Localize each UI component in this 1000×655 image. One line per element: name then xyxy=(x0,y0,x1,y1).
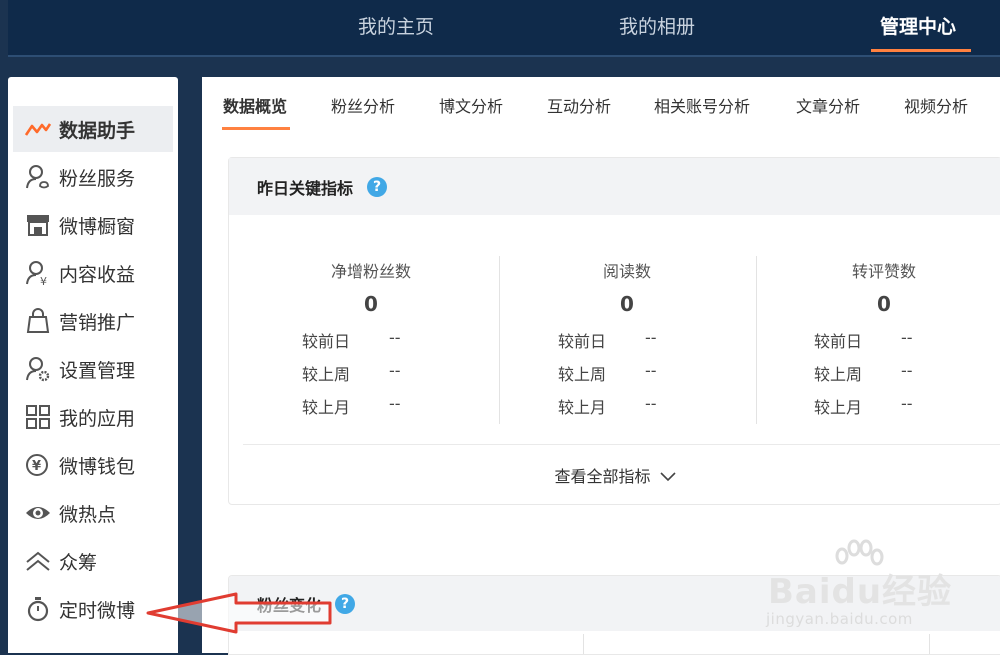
sidebar-item-settings[interactable]: 设置管理 xyxy=(13,346,173,392)
key-metrics-card: 昨日关键指标 ? 净增粉丝数 0 较前日 -- 较上周 -- 较上月 -- 阅读数 0… xyxy=(228,157,1000,505)
comparison-label: 较前日 xyxy=(814,332,863,351)
comparison-label: 较上周 xyxy=(814,365,863,384)
comparison-value: -- xyxy=(389,394,401,413)
sidebar-item-weibo-wallet[interactable]: ¥ 微博钱包 xyxy=(13,442,173,488)
tab-interaction-analysis[interactable]: 互动分析 xyxy=(547,93,611,117)
sidebar-item-fan-service[interactable]: 粉丝服务 xyxy=(13,154,173,200)
sidebar-item-weibo-showcase[interactable]: 微博橱窗 xyxy=(13,202,173,248)
tab-my-album[interactable]: 我的相册 xyxy=(619,12,695,39)
comparison-row: 较上周 -- xyxy=(302,361,432,385)
help-icon[interactable]: ? xyxy=(335,593,356,614)
sidebar-item-label: 营销推广 xyxy=(59,311,136,334)
baidu-watermark: Baidu经验 jingyan.baidu.com xyxy=(742,538,1000,638)
sidebar-item-label: 定时微博 xyxy=(59,599,136,622)
sidebar-item-my-apps[interactable]: 我的应用 xyxy=(13,394,173,440)
stopwatch-icon xyxy=(25,596,51,622)
view-all-metrics-link[interactable]: 查看全部指标 xyxy=(229,463,1000,487)
sidebar-item-label: 数据助手 xyxy=(59,119,136,142)
sidebar-item-label: 众筹 xyxy=(59,551,98,574)
user-gear-icon xyxy=(25,356,51,382)
help-icon[interactable]: ? xyxy=(367,176,388,197)
card-divider xyxy=(243,444,1000,445)
tab-video-analysis[interactable]: 视频分析 xyxy=(904,93,968,117)
sidebar-item-label: 内容收益 xyxy=(59,263,136,286)
sidebar-item-content-revenue[interactable]: ¥ 内容收益 xyxy=(13,250,173,296)
comparison-label: 较前日 xyxy=(558,332,607,351)
tab-fan-analysis[interactable]: 粉丝分析 xyxy=(331,93,395,117)
comparison-label: 较前日 xyxy=(302,332,351,351)
comparison-value: -- xyxy=(389,361,401,380)
sidebar-item-crowdfunding[interactable]: 众筹 xyxy=(13,538,173,584)
sidebar-item-micro-hotspot[interactable]: 微热点 xyxy=(13,490,173,536)
fan-service-icon xyxy=(25,164,51,190)
comparison-label: 较上月 xyxy=(558,398,607,417)
comparison-label: 较上周 xyxy=(558,365,607,384)
eye-icon xyxy=(25,500,51,526)
svg-text:¥: ¥ xyxy=(32,459,41,474)
double-chevron-up-icon xyxy=(25,548,51,574)
metric-value: 0 xyxy=(364,292,378,316)
comparison-value: -- xyxy=(901,361,913,380)
comparison-row: 较上月 -- xyxy=(558,394,688,418)
sidebar: 数据助手 粉丝服务 微博橱窗 ¥ 内容收益 营销推广 设置管理 我的应用 ¥ 微… xyxy=(8,77,178,653)
tab-post-analysis[interactable]: 博文分析 xyxy=(439,93,503,117)
sidebar-item-label: 粉丝服务 xyxy=(59,167,136,190)
tab-management-center[interactable]: 管理中心 xyxy=(880,12,956,39)
app-grid-icon xyxy=(25,404,51,430)
metric-engagements: 转评赞数 0 xyxy=(756,258,1000,316)
active-subtab-underline xyxy=(222,127,290,130)
comparison-row: 较上周 -- xyxy=(814,361,944,385)
sidebar-item-scheduled-weibo[interactable]: 定时微博 xyxy=(13,586,173,632)
chevron-down-icon xyxy=(656,467,676,486)
metric-name: 净增粉丝数 xyxy=(330,262,411,281)
tab-article-analysis[interactable]: 文章分析 xyxy=(796,93,860,117)
comparison-value: -- xyxy=(389,328,401,347)
comparison-value: -- xyxy=(645,361,657,380)
sidebar-item-label: 微博钱包 xyxy=(59,455,136,478)
comparison-row: 较上周 -- xyxy=(558,361,688,385)
comparison-row: 较前日 -- xyxy=(814,328,944,352)
comparison-row: 较前日 -- xyxy=(302,328,432,352)
metric-name: 阅读数 xyxy=(602,262,651,281)
sidebar-item-marketing[interactable]: 营销推广 xyxy=(13,298,173,344)
storefront-icon xyxy=(25,212,51,238)
comparison-value: -- xyxy=(645,328,657,347)
metric-value: 0 xyxy=(620,292,634,316)
sidebar-item-label: 设置管理 xyxy=(59,359,136,382)
sidebar-item-label: 我的应用 xyxy=(59,407,136,430)
user-yuan-icon: ¥ xyxy=(25,260,51,286)
comparison-label: 较上月 xyxy=(814,398,863,417)
key-metrics-header: 昨日关键指标 ? xyxy=(229,158,1000,215)
column-divider xyxy=(583,634,584,654)
fans-change-title: 粉丝变化 xyxy=(257,595,322,615)
comparison-label: 较上月 xyxy=(302,398,351,417)
trend-line-icon xyxy=(25,116,51,142)
svg-text:¥: ¥ xyxy=(40,275,47,286)
watermark-url: jingyan.baidu.com xyxy=(766,610,913,628)
sidebar-item-data-assistant[interactable]: 数据助手 xyxy=(13,106,173,152)
top-navigation: 我的主页 我的相册 管理中心 xyxy=(8,0,1000,57)
shopping-bag-icon xyxy=(25,308,51,334)
comparison-row: 较前日 -- xyxy=(558,328,688,352)
tab-related-accounts[interactable]: 相关账号分析 xyxy=(654,93,750,117)
wallet-yuan-icon: ¥ xyxy=(25,452,51,478)
view-all-label: 查看全部指标 xyxy=(554,467,651,486)
comparison-row: 较上月 -- xyxy=(302,394,432,418)
tab-data-overview[interactable]: 数据概览 xyxy=(223,93,287,117)
metric-reads: 阅读数 0 xyxy=(499,258,755,316)
comparison-label: 较上周 xyxy=(302,365,351,384)
watermark-logo: Baidu经验 xyxy=(768,572,953,612)
comparison-row: 较上月 -- xyxy=(814,394,944,418)
active-tab-underline xyxy=(871,49,971,52)
key-metrics-title: 昨日关键指标 xyxy=(257,178,354,198)
comparison-value: -- xyxy=(901,394,913,413)
sidebar-item-label: 微博橱窗 xyxy=(59,215,136,238)
comparison-value: -- xyxy=(901,328,913,347)
sidebar-item-label: 微热点 xyxy=(59,503,117,526)
metric-name: 转评赞数 xyxy=(851,262,916,281)
tab-my-homepage[interactable]: 我的主页 xyxy=(358,12,434,39)
metric-value: 0 xyxy=(877,292,891,316)
comparison-value: -- xyxy=(645,394,657,413)
metric-net-fans: 净增粉丝数 0 xyxy=(243,258,499,316)
